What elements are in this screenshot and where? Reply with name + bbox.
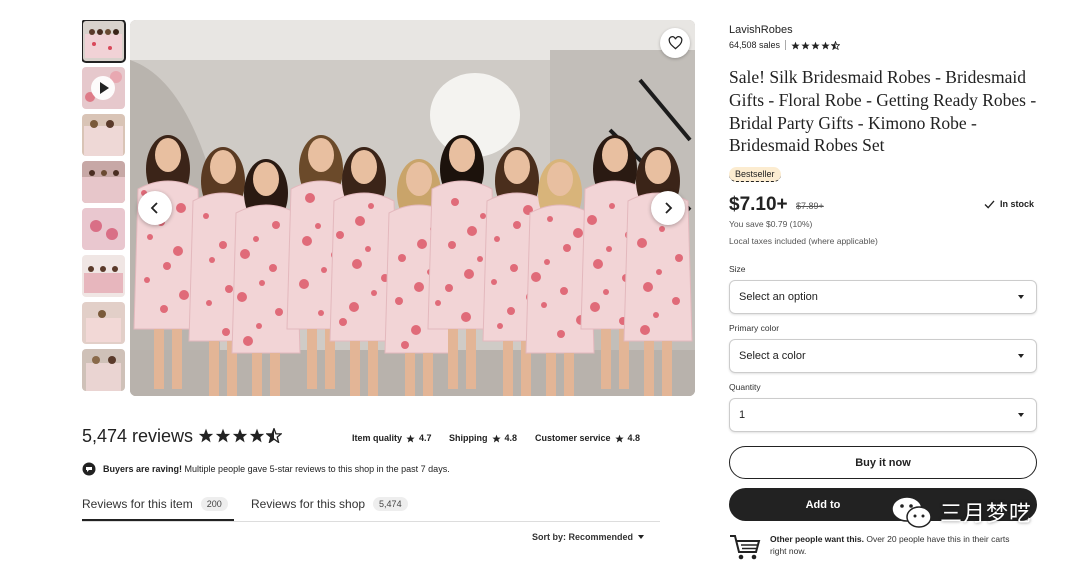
bestseller-badge[interactable]: Bestseller xyxy=(729,167,781,182)
thumbnail-image xyxy=(82,114,125,156)
color-select-value: Select a color xyxy=(739,350,806,362)
bridesmaids-photo xyxy=(130,20,695,396)
shop-name-link[interactable]: LavishRobes xyxy=(729,24,793,36)
color-select[interactable]: Select a color xyxy=(729,339,1037,373)
star-icon xyxy=(791,41,800,49)
customer-service-rating: Customer service 4.8 xyxy=(535,433,640,443)
listing-title: Sale! Silk Bridesmaid Robes - Bridesmaid… xyxy=(729,67,1037,156)
star-half-icon xyxy=(831,40,841,50)
heart-icon xyxy=(668,36,682,50)
thumbnail-3[interactable] xyxy=(82,114,125,156)
thumbnail-image xyxy=(82,255,125,297)
tab-divider xyxy=(82,521,660,522)
shipping-rating: Shipping 4.8 xyxy=(449,433,517,443)
sort-dropdown[interactable]: Sort by: Recommended xyxy=(532,532,647,542)
caret-down-icon xyxy=(1018,295,1024,299)
quantity-label: Quantity xyxy=(729,382,761,392)
tab-reviews-shop-label: Reviews for this shop xyxy=(251,497,366,511)
tab-reviews-item-count: 200 xyxy=(200,497,228,511)
item-quality-value: 4.7 xyxy=(419,433,432,443)
check-icon xyxy=(984,199,995,209)
raving-icon xyxy=(82,462,96,476)
play-icon xyxy=(91,76,115,100)
savings-text: You save $0.79 (10%) xyxy=(729,219,813,229)
thumbnail-image xyxy=(82,208,125,250)
main-product-image xyxy=(130,20,695,396)
thumbnail-strip xyxy=(82,20,126,396)
size-select-value: Select an option xyxy=(739,291,818,303)
stock-label: In stock xyxy=(1000,199,1035,209)
star-icon xyxy=(249,428,265,443)
review-stars xyxy=(198,428,282,443)
item-quality-rating: Item quality 4.7 xyxy=(352,433,432,443)
shop-sales: 64,508 sales xyxy=(729,40,781,50)
raving-text: Multiple people gave 5-star reviews to t… xyxy=(182,464,450,474)
thumbnail-5[interactable] xyxy=(82,208,125,250)
chevron-left-icon xyxy=(150,202,158,214)
quantity-select[interactable]: 1 xyxy=(729,398,1037,432)
prev-image-button[interactable] xyxy=(138,191,172,225)
thumbnail-1[interactable] xyxy=(82,20,126,63)
star-icon xyxy=(406,434,415,442)
caret-down-icon xyxy=(1018,354,1024,358)
star-icon xyxy=(801,41,810,49)
others-bold-text: Other people want this. xyxy=(770,534,864,544)
star-icon xyxy=(491,434,501,442)
size-label: Size xyxy=(729,264,746,274)
shop-sales-row: 64,508 sales xyxy=(729,40,841,50)
wechat-icon xyxy=(891,496,932,528)
bridesmaid-group xyxy=(133,135,693,396)
others-want-notice: Other people want this. Over 20 people h… xyxy=(729,533,1028,561)
wechat-watermark: 三月梦呓 xyxy=(890,494,1032,530)
tab-reviews-shop-count: 5,474 xyxy=(373,497,408,511)
divider xyxy=(785,40,787,50)
next-image-button[interactable] xyxy=(651,191,685,225)
thumbnail-8[interactable] xyxy=(82,349,125,391)
thumbnail-6[interactable] xyxy=(82,255,125,297)
thumbnail-image xyxy=(82,20,125,62)
shipping-value: 4.8 xyxy=(504,433,518,443)
thumbnail-7[interactable] xyxy=(82,302,125,344)
customer-service-value: 4.8 xyxy=(627,433,641,443)
watermark-text: 三月梦呓 xyxy=(940,502,1033,527)
raving-bold-text: Buyers are raving! xyxy=(103,464,183,474)
shipping-label: Shipping xyxy=(449,433,488,443)
favorite-button[interactable] xyxy=(660,28,690,58)
star-icon xyxy=(215,428,231,443)
thumbnail-image xyxy=(82,349,125,391)
cart-icon xyxy=(730,535,761,560)
stock-status: In stock xyxy=(984,199,1034,209)
tab-reviews-item[interactable]: Reviews for this item 200 xyxy=(82,497,228,511)
tab-reviews-item-label: Reviews for this item xyxy=(82,497,193,511)
size-select[interactable]: Select an option xyxy=(729,280,1037,314)
add-to-cart-label: Add to xyxy=(805,498,841,511)
tab-reviews-shop[interactable]: Reviews for this shop 5,474 xyxy=(251,497,408,511)
thumbnail-image xyxy=(82,302,125,344)
reviews-count: 5,474 reviews xyxy=(82,426,194,446)
primary-color-label: Primary color xyxy=(729,323,780,333)
star-icon xyxy=(811,41,820,49)
star-icon xyxy=(198,428,214,443)
star-icon xyxy=(614,434,624,442)
buy-now-button[interactable]: Buy it now xyxy=(729,446,1037,479)
price: $7.10+ xyxy=(729,194,788,215)
star-half-icon xyxy=(266,428,282,443)
caret-down-icon xyxy=(1018,413,1024,417)
sort-label: Sort by: Recommended xyxy=(532,532,634,542)
buyers-raving-notice: Buyers are raving! Multiple people gave … xyxy=(82,462,450,476)
thumbnail-image xyxy=(82,161,125,203)
quantity-select-value: 1 xyxy=(739,409,746,421)
chevron-right-icon xyxy=(665,202,673,214)
star-icon xyxy=(821,41,830,49)
star-icon xyxy=(232,428,248,443)
customer-service-label: Customer service xyxy=(535,433,611,443)
original-price: $7.89+ xyxy=(796,201,824,211)
taxes-text: Local taxes included (where applicable) xyxy=(729,236,878,246)
item-quality-label: Item quality xyxy=(352,433,403,443)
thumbnail-video[interactable] xyxy=(82,67,125,109)
thumbnail-4[interactable] xyxy=(82,161,125,203)
caret-down-icon xyxy=(638,535,645,539)
shop-stars xyxy=(791,40,841,50)
